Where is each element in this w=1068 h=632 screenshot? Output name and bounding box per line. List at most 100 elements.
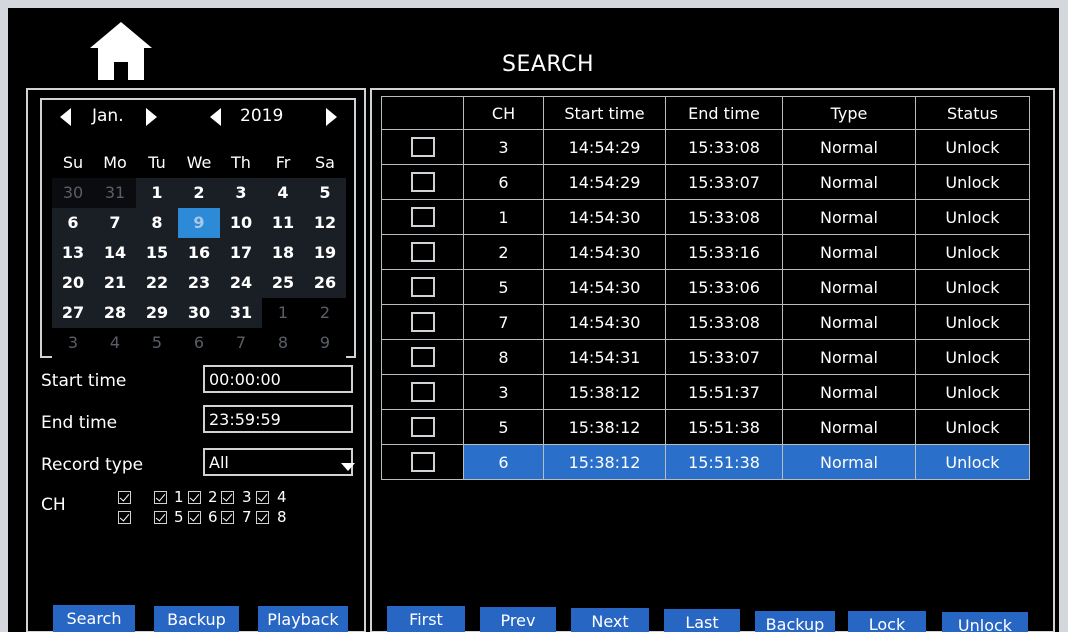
calendar-day[interactable]: 8 [262, 328, 304, 358]
table-row[interactable]: 6 14:54:29 15:33:07 Normal Unlock [381, 164, 1030, 200]
calendar-day[interactable]: 3 [52, 328, 94, 358]
calendar-day[interactable]: 7 [220, 328, 262, 358]
calendar-day[interactable]: 2 [178, 178, 220, 208]
calendar-day[interactable]: 5 [136, 328, 178, 358]
calendar-day[interactable]: 2 [304, 298, 346, 328]
year-label: 2019 [240, 106, 284, 126]
home-icon[interactable] [86, 18, 156, 82]
row-checkbox[interactable] [410, 312, 435, 333]
row-checkbox[interactable] [410, 172, 435, 193]
end-time-cell: 15:51:38 [665, 409, 783, 445]
channel-number: 1 [174, 488, 184, 506]
channel-checkbox[interactable] [188, 511, 201, 524]
status-cell: Unlock [915, 199, 1030, 235]
calendar-day[interactable]: 15 [136, 238, 178, 268]
calendar-day[interactable]: 25 [262, 268, 304, 298]
playback-button[interactable]: Playback [258, 606, 348, 632]
table-row[interactable]: 3 15:38:12 15:51:37 Normal Unlock [381, 374, 1030, 410]
calendar-day[interactable]: 26 [304, 268, 346, 298]
next-button[interactable]: Next [571, 608, 649, 632]
calendar-day[interactable]: 8 [136, 208, 178, 238]
calendar-day[interactable]: 31 [220, 298, 262, 328]
calendar-day[interactable]: 29 [136, 298, 178, 328]
record-type-select[interactable]: All [203, 448, 353, 476]
chevron-down-icon[interactable] [341, 463, 355, 471]
calendar-day[interactable]: 30 [178, 298, 220, 328]
calendar-day[interactable]: 16 [178, 238, 220, 268]
calendar-day[interactable]: 13 [52, 238, 94, 268]
prev-button[interactable]: Prev [480, 607, 556, 632]
table-row[interactable]: 3 14:54:29 15:33:08 Normal Unlock [381, 129, 1030, 165]
channel-number: 2 [208, 488, 218, 506]
ch-cell: 6 [463, 444, 544, 480]
table-row[interactable]: 7 14:54:30 15:33:08 Normal Unlock [381, 304, 1030, 340]
search-button[interactable]: Search [53, 605, 135, 632]
table-row[interactable]: 5 15:38:12 15:51:38 Normal Unlock [381, 409, 1030, 445]
last-button[interactable]: Last [664, 609, 740, 632]
channel-checkbox[interactable] [221, 491, 234, 504]
calendar-day[interactable]: 6 [52, 208, 94, 238]
row-checkbox[interactable] [410, 137, 435, 158]
row-checkbox[interactable] [410, 417, 435, 438]
calendar-day[interactable]: 30 [52, 178, 94, 208]
calendar-day[interactable]: 12 [304, 208, 346, 238]
prev-year-icon[interactable] [210, 108, 221, 126]
calendar-day[interactable]: 1 [136, 178, 178, 208]
channel-checkbox[interactable] [154, 491, 167, 504]
calendar-day[interactable]: 14 [94, 238, 136, 268]
channel-checkbox[interactable] [118, 491, 131, 504]
unlock-button[interactable]: Unlock [942, 612, 1028, 632]
calendar-day[interactable]: 21 [94, 268, 136, 298]
calendar-day[interactable]: 23 [178, 268, 220, 298]
channel-checkbox[interactable] [188, 491, 201, 504]
calendar-day[interactable]: 31 [94, 178, 136, 208]
table-row[interactable]: 1 14:54:30 15:33:08 Normal Unlock [381, 199, 1030, 235]
calendar-day[interactable]: 9 [304, 328, 346, 358]
prev-month-icon[interactable] [60, 108, 71, 126]
channel-checkbox[interactable] [118, 511, 131, 524]
lock-button[interactable]: Lock [848, 611, 926, 632]
table-row[interactable]: 8 14:54:31 15:33:07 Normal Unlock [381, 339, 1030, 375]
row-checkbox[interactable] [410, 277, 435, 298]
table-row[interactable]: 5 14:54:30 15:33:06 Normal Unlock [381, 269, 1030, 305]
channel-checkbox[interactable] [256, 511, 269, 524]
calendar-day-selected[interactable]: 9 [178, 208, 220, 238]
calendar-day[interactable]: 28 [94, 298, 136, 328]
calendar-day[interactable]: 24 [220, 268, 262, 298]
ch-cell: 5 [463, 409, 544, 445]
backup-button[interactable]: Backup [154, 606, 239, 632]
calendar-day[interactable]: 4 [94, 328, 136, 358]
next-month-icon[interactable] [146, 108, 157, 126]
first-button[interactable]: First [387, 606, 465, 632]
end-time-input[interactable]: 23:59:59 [203, 405, 353, 433]
row-checkbox[interactable] [410, 452, 435, 473]
calendar-day[interactable]: 4 [262, 178, 304, 208]
table-row[interactable]: 2 14:54:30 15:33:16 Normal Unlock [381, 234, 1030, 270]
table-row[interactable]: 6 15:38:12 15:51:38 Normal Unlock [381, 444, 1030, 480]
channel-checkbox[interactable] [154, 511, 167, 524]
row-checkbox[interactable] [410, 207, 435, 228]
start-time-input[interactable]: 00:00:00 [203, 365, 353, 393]
calendar-day[interactable]: 27 [52, 298, 94, 328]
calendar-day[interactable]: 5 [304, 178, 346, 208]
calendar-day[interactable]: 6 [178, 328, 220, 358]
ch-cell: 6 [463, 164, 544, 200]
calendar-day[interactable]: 22 [136, 268, 178, 298]
calendar-day[interactable]: 19 [304, 238, 346, 268]
row-checkbox[interactable] [410, 382, 435, 403]
calendar-day[interactable]: 17 [220, 238, 262, 268]
channel-checkbox[interactable] [221, 511, 234, 524]
row-checkbox[interactable] [410, 347, 435, 368]
calendar-day[interactable]: 7 [94, 208, 136, 238]
calendar-day[interactable]: 1 [262, 298, 304, 328]
calendar-day[interactable]: 18 [262, 238, 304, 268]
backup-files-button[interactable]: Backup [755, 611, 835, 632]
next-year-icon[interactable] [326, 108, 337, 126]
calendar-day[interactable]: 11 [262, 208, 304, 238]
calendar-day[interactable]: 10 [220, 208, 262, 238]
calendar-day[interactable]: 3 [220, 178, 262, 208]
end-time-cell: 15:51:38 [665, 444, 783, 480]
channel-checkbox[interactable] [256, 491, 269, 504]
row-checkbox[interactable] [410, 242, 435, 263]
calendar-day[interactable]: 20 [52, 268, 94, 298]
